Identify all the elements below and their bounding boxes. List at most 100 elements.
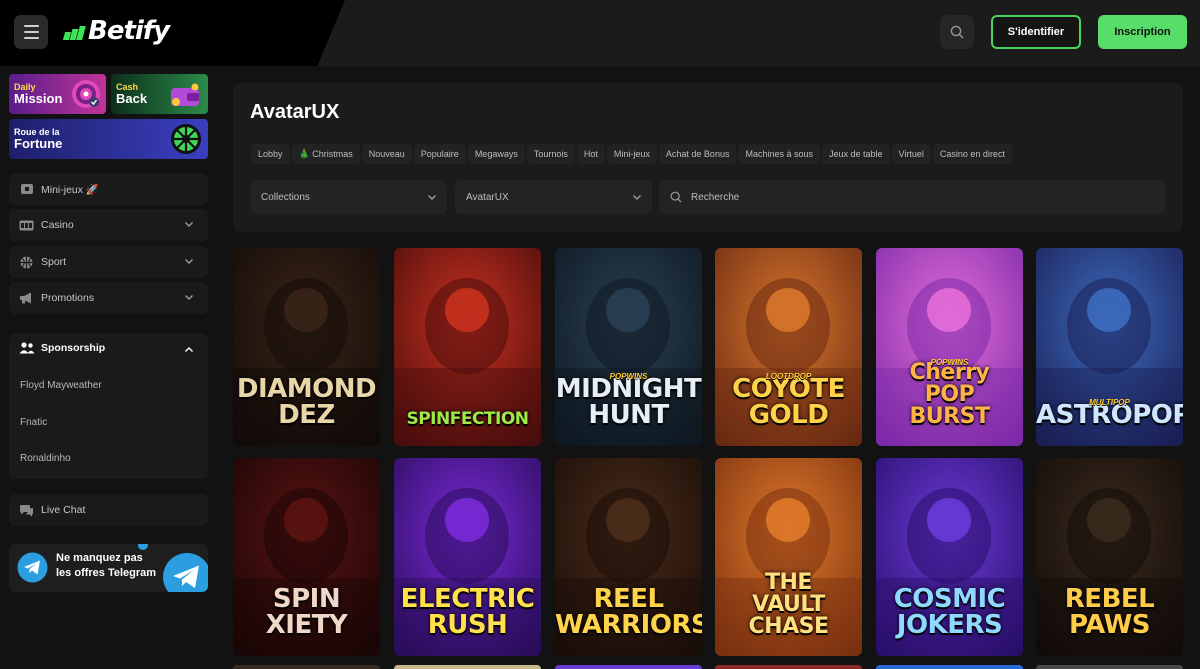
tab-0[interactable]: Lobby <box>251 144 290 164</box>
sidebar: Daily Mission Cash Back Roue de la Fortu… <box>0 66 217 669</box>
chevron-up-icon[interactable] <box>184 345 194 355</box>
chat-icon <box>19 504 34 516</box>
game-card[interactable]: COYOTE GOLD LOOTDROP <box>715 248 862 446</box>
game-title: REEL WARRIORS <box>555 586 702 638</box>
chevron-down-icon <box>185 295 193 300</box>
game-title: Cherry POP BURST <box>876 362 1023 428</box>
game-title: ELECTRIC RUSH <box>394 586 541 638</box>
search-button[interactable] <box>940 15 974 49</box>
game-title: THE VAULT CHASE <box>715 572 862 638</box>
telegram-banner[interactable]: Ne manquez pas les offres Telegram <box>9 544 208 592</box>
ball-icon <box>19 256 34 268</box>
game-title-line: THE <box>765 570 812 595</box>
live-chat-button[interactable]: Live Chat <box>9 494 208 526</box>
tab-12[interactable]: Casino en direct <box>932 144 1012 164</box>
sidebar-item-sport[interactable]: Sport <box>9 246 208 278</box>
chevron-down-icon <box>428 195 436 200</box>
tab-11[interactable]: Virtuel <box>891 144 931 164</box>
sidebar-item-label: Promotions <box>41 292 95 304</box>
promo-big-label: Fortune <box>14 136 63 151</box>
game-card[interactable]: MIDNIGHT HUNT POPWINS <box>555 248 702 446</box>
game-title-line: DEZ <box>278 400 335 430</box>
users-icon <box>19 342 35 354</box>
game-title: SPIN XIETY <box>233 586 380 638</box>
game-title-line: WARRIORS <box>555 610 702 640</box>
provider-value: AvatarUX <box>466 191 509 203</box>
game-card[interactable]: REBEL PAWS <box>1036 458 1183 656</box>
promo-fortune-wheel[interactable]: Roue de la Fortune <box>9 119 208 159</box>
game-title-line: BURST <box>909 404 990 429</box>
login-button[interactable]: S'identifier <box>991 15 1081 49</box>
promo-big-label: Mission <box>14 91 63 106</box>
sponsor-link-floyd-mayweather[interactable]: Floyd Mayweather <box>20 380 102 391</box>
menu-button[interactable] <box>14 15 48 49</box>
game-title-line: DIAMOND <box>236 374 377 404</box>
sidebar-item-mini-games[interactable]: Mini-jeux 🚀 <box>9 173 208 205</box>
search-icon <box>670 191 682 203</box>
sidebar-item-label: Sport <box>41 256 67 268</box>
sidebar-item-label: Mini-jeux 🚀 <box>41 183 100 196</box>
slot-icon <box>19 219 34 231</box>
sponsorship-section: Sponsorship Floyd Mayweather Fnatic Rona… <box>9 333 208 479</box>
sidebar-item-promotions[interactable]: Promotions <box>9 282 208 314</box>
search-icon <box>950 25 964 39</box>
tab-1[interactable]: 🎄 Christmas <box>291 144 360 164</box>
game-row-peek <box>233 665 1183 669</box>
sponsorship-header[interactable]: Sponsorship <box>19 342 105 354</box>
provider-select[interactable]: AvatarUX <box>455 180 652 214</box>
game-card[interactable]: SPINFECTION <box>394 248 541 446</box>
game-card[interactable]: SPIN XIETY <box>233 458 380 656</box>
game-brand-tag: LOOTDROP <box>765 372 812 381</box>
signup-button[interactable]: Inscription <box>1098 15 1187 49</box>
sponsor-link-fnatic[interactable]: Fnatic <box>20 417 47 428</box>
tab-2[interactable]: Nouveau <box>361 144 412 164</box>
game-search-field[interactable]: Recherche <box>659 180 1166 214</box>
promo-cashback[interactable]: Cash Back <box>111 74 208 114</box>
live-chat-label: Live Chat <box>41 504 86 516</box>
sponsor-link-ronaldinho[interactable]: Ronaldinho <box>20 453 71 464</box>
collections-select[interactable]: Collections <box>250 180 447 214</box>
target-icon <box>72 80 100 108</box>
game-title-line: PAWS <box>1068 610 1151 640</box>
menu-icon <box>23 25 39 27</box>
controller-icon <box>19 183 34 195</box>
game-title-line: HUNT <box>588 400 669 430</box>
promo-daily-mission[interactable]: Daily Mission <box>9 74 106 114</box>
game-card[interactable]: DIAMOND DEZ <box>233 248 380 446</box>
tab-10[interactable]: Jeux de table <box>822 144 890 164</box>
tab-6[interactable]: Hot <box>576 144 605 164</box>
logo[interactable]: Betify <box>62 16 170 46</box>
telegram-line-1: Ne manquez pas <box>56 552 143 564</box>
game-title: DIAMOND DEZ <box>233 376 380 428</box>
tab-5[interactable]: Tournois <box>526 144 575 164</box>
game-card[interactable]: REEL WARRIORS <box>555 458 702 656</box>
game-title-line: SPIN <box>272 584 341 614</box>
game-card[interactable]: Cherry POP BURST POPWINS <box>876 248 1023 446</box>
game-title: COSMIC JOKERS <box>876 586 1023 638</box>
tab-7[interactable]: Mini-jeux <box>606 144 657 164</box>
top-bar: Betify S'identifier Inscription <box>0 0 1200 66</box>
game-card[interactable]: ASTROPOP MULTIPOP <box>1036 248 1183 446</box>
tab-3[interactable]: Populaire <box>413 144 466 164</box>
game-card[interactable]: THE VAULT CHASE <box>715 458 862 656</box>
provider-panel: AvatarUX Lobby 🎄 Christmas Nouveau Populair… <box>233 83 1183 232</box>
page-title: AvatarUX <box>250 101 340 123</box>
game-title-line: JOKERS <box>896 610 1003 640</box>
game-title-line: CHASE <box>748 614 829 639</box>
game-card[interactable]: ELECTRIC RUSH <box>394 458 541 656</box>
game-title: SPINFECTION <box>394 411 541 428</box>
tab-4[interactable]: Megaways <box>467 144 525 164</box>
game-brand-tag: MULTIPOP <box>1089 398 1130 407</box>
telegram-icon <box>17 552 48 583</box>
megaphone-icon <box>19 292 34 304</box>
sidebar-item-casino[interactable]: Casino <box>9 209 208 241</box>
header-logo-area <box>0 0 345 66</box>
game-card[interactable]: COSMIC JOKERS <box>876 458 1023 656</box>
tab-9[interactable]: Machines à sous <box>738 144 820 164</box>
game-title-line: VAULT <box>752 592 825 617</box>
telegram-icon-large <box>163 553 208 592</box>
game-title-line: REBEL <box>1064 584 1155 614</box>
telegram-badge <box>138 544 148 550</box>
tab-8[interactable]: Achat de Bonus <box>658 144 737 164</box>
game-title-line: POP <box>924 382 975 407</box>
